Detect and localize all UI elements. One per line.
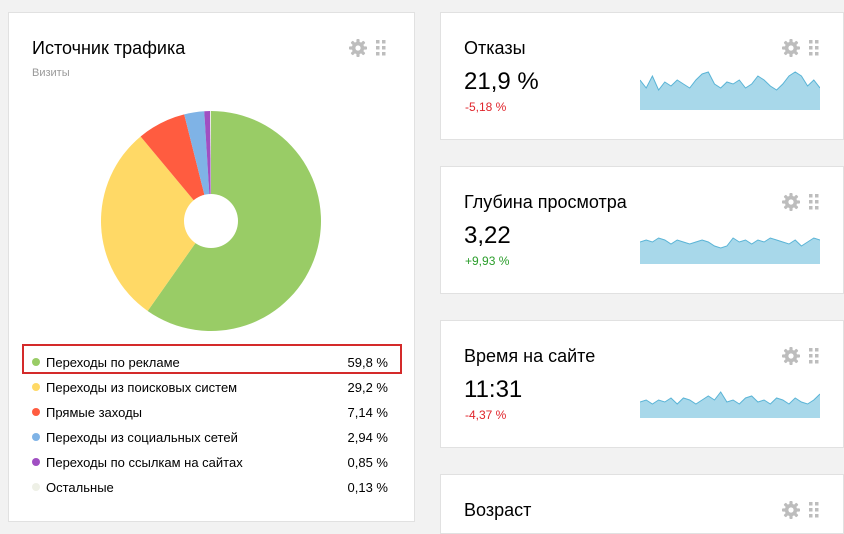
legend-value: 7,14 % [347, 405, 388, 420]
legend-label: Переходы из социальных сетей [46, 430, 238, 445]
legend-color-dot [32, 433, 40, 441]
drag-handle-icon[interactable] [809, 502, 819, 518]
legend-item[interactable]: Прямые заходы 7,14 % [28, 400, 398, 425]
legend-label: Остальные [46, 480, 114, 495]
traffic-source-subtitle: Визиты [32, 67, 70, 79]
gear-icon[interactable] [781, 38, 801, 58]
legend-color-dot [32, 408, 40, 416]
metric-sparkline [640, 391, 820, 418]
metric-value: 21,9 % [464, 68, 539, 95]
sparkline-area [640, 392, 820, 418]
sparkline-area [640, 72, 820, 110]
drag-handle-icon[interactable] [809, 194, 819, 210]
traffic-source-title: Источник трафика [32, 38, 186, 58]
metric-sparkline [640, 71, 820, 110]
pie-center-hole [184, 194, 238, 248]
gear-icon[interactable] [781, 346, 801, 366]
drag-handle-icon[interactable] [809, 348, 819, 364]
metric-title: Отказы [464, 38, 526, 58]
metric-sparkline [640, 237, 820, 264]
legend-label: Переходы по ссылкам на сайтах [46, 455, 243, 470]
gear-icon[interactable] [781, 500, 801, 520]
metric-value: 3,22 [464, 222, 511, 249]
metric-tools [781, 346, 819, 366]
legend-value: 2,94 % [347, 430, 388, 445]
gear-icon[interactable] [348, 38, 368, 58]
legend-label: Переходы из поисковых систем [46, 380, 238, 395]
metric-delta: -5,18 % [465, 100, 507, 114]
metric-title: Время на сайте [464, 346, 596, 366]
metric-title: Возраст [464, 500, 532, 520]
legend-color-dot [32, 383, 40, 391]
legend-value: 0,85 % [347, 455, 388, 470]
legend-color-dot [32, 483, 40, 491]
drag-handle-icon[interactable] [809, 40, 819, 56]
metric-value: 11:31 [464, 376, 523, 403]
metric-tools [781, 38, 819, 58]
legend-color-dot [32, 458, 40, 466]
traffic-source-pie-chart [101, 111, 321, 331]
metric-tools [781, 500, 819, 520]
gear-icon[interactable] [781, 192, 801, 212]
legend-item[interactable]: Остальные 0,13 % [28, 475, 398, 500]
drag-handle-icon[interactable] [376, 40, 386, 56]
highlight-box [22, 344, 402, 374]
metric-tools [781, 192, 819, 212]
traffic-source-tools [348, 38, 386, 58]
legend-value: 0,13 % [347, 480, 388, 495]
metric-delta: -4,37 % [465, 408, 507, 422]
legend-label: Прямые заходы [46, 405, 143, 420]
legend-item[interactable]: Переходы из поисковых систем 29,2 % [28, 375, 398, 400]
legend-item[interactable]: Переходы по ссылкам на сайтах 0,85 % [28, 450, 398, 475]
legend-value: 29,2 % [347, 380, 388, 395]
metric-delta: +9,93 % [465, 254, 510, 268]
metric-title: Глубина просмотра [464, 192, 627, 212]
legend-item[interactable]: Переходы из социальных сетей 2,94 % [28, 425, 398, 450]
